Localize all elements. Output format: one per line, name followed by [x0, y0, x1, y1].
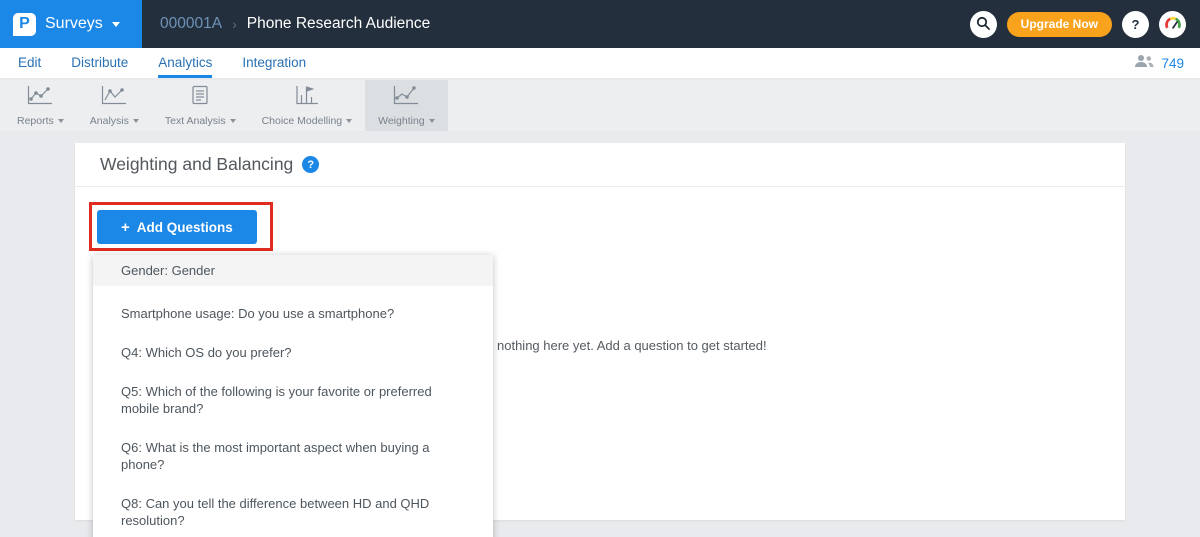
help-button[interactable]: ? [1122, 11, 1149, 38]
tab-edit[interactable]: Edit [18, 48, 41, 78]
toolbar-text-analysis[interactable]: Text Analysis [152, 80, 249, 131]
dropdown-item-gender[interactable]: Gender: Gender [93, 255, 493, 286]
respondent-count[interactable]: 749 [1161, 56, 1184, 71]
add-questions-label: Add Questions [137, 220, 233, 235]
top-header: P Surveys 000001A › Phone Research Audie… [0, 0, 1200, 48]
toolbar-analysis[interactable]: Analysis [77, 80, 152, 131]
respondents-summary: 749 [1134, 48, 1184, 78]
question-mark-icon: ? [307, 159, 314, 171]
breadcrumb-survey-id[interactable]: 000001A [160, 15, 222, 33]
breadcrumb: 000001A › Phone Research Audience [160, 15, 430, 33]
line-chart-icon [101, 85, 127, 110]
plus-icon: + [121, 219, 130, 236]
card-title: Weighting and Balancing [100, 154, 293, 175]
dropdown-item-q8[interactable]: Q8: Can you tell the difference between … [93, 484, 493, 537]
add-questions-dropdown: Gender: Gender Smartphone usage: Do you … [93, 255, 493, 537]
line-chart-icon [27, 85, 53, 110]
caret-down-icon [112, 22, 120, 27]
document-icon [191, 85, 209, 110]
analytics-toolbar: Reports Analysis [0, 80, 1200, 131]
add-questions-button[interactable]: + Add Questions [97, 210, 257, 244]
users-icon [1134, 54, 1154, 73]
toolbar-label: Weighting [378, 115, 435, 127]
dropdown-item-q5[interactable]: Q5: Which of the following is your favor… [93, 372, 493, 428]
product-name: Surveys [45, 15, 103, 33]
toolbar-weighting[interactable]: Weighting [365, 80, 448, 131]
gauge-icon [1164, 15, 1182, 34]
caret-down-icon [58, 119, 64, 123]
search-icon [976, 16, 990, 33]
empty-state-text: nothing here yet. Add a question to get … [497, 338, 767, 353]
toolbar-label: Analysis [90, 115, 139, 127]
caret-down-icon [133, 119, 139, 123]
question-mark-icon: ? [1132, 17, 1140, 32]
help-icon[interactable]: ? [302, 156, 319, 173]
tab-analytics[interactable]: Analytics [158, 48, 212, 78]
caret-down-icon [230, 119, 236, 123]
tab-integration[interactable]: Integration [242, 48, 306, 78]
survey-title: Phone Research Audience [247, 15, 431, 33]
toolbar-label: Reports [17, 115, 64, 127]
product-switcher[interactable]: P Surveys [0, 0, 142, 48]
search-button[interactable] [970, 11, 997, 38]
toolbar-label: Choice Modelling [262, 115, 353, 127]
flag-chart-icon [295, 85, 319, 110]
header-actions: Upgrade Now ? [970, 11, 1186, 38]
caret-down-icon [346, 119, 352, 123]
performance-gauge-button[interactable] [1159, 11, 1186, 38]
toolbar-reports[interactable]: Reports [4, 80, 77, 131]
toolbar-label: Text Analysis [165, 115, 236, 127]
dropdown-item-q4[interactable]: Q4: Which OS do you prefer? [93, 333, 493, 372]
dropdown-item-q6[interactable]: Q6: What is the most important aspect wh… [93, 428, 493, 484]
survey-nav: Edit Distribute Analytics Integration 74… [0, 48, 1200, 79]
breadcrumb-separator-icon: › [232, 16, 237, 32]
page: P Surveys 000001A › Phone Research Audie… [0, 0, 1200, 537]
card-header: Weighting and Balancing ? [75, 143, 1125, 187]
caret-down-icon [429, 119, 435, 123]
logo-letter: P [19, 15, 30, 33]
tab-distribute[interactable]: Distribute [71, 48, 128, 78]
questionpro-logo-icon: P [13, 13, 36, 36]
upgrade-now-button[interactable]: Upgrade Now [1007, 12, 1112, 37]
toolbar-choice-modelling[interactable]: Choice Modelling [249, 80, 366, 131]
line-chart-icon [393, 85, 419, 110]
dropdown-item-smartphone-usage[interactable]: Smartphone usage: Do you use a smartphon… [93, 294, 493, 333]
